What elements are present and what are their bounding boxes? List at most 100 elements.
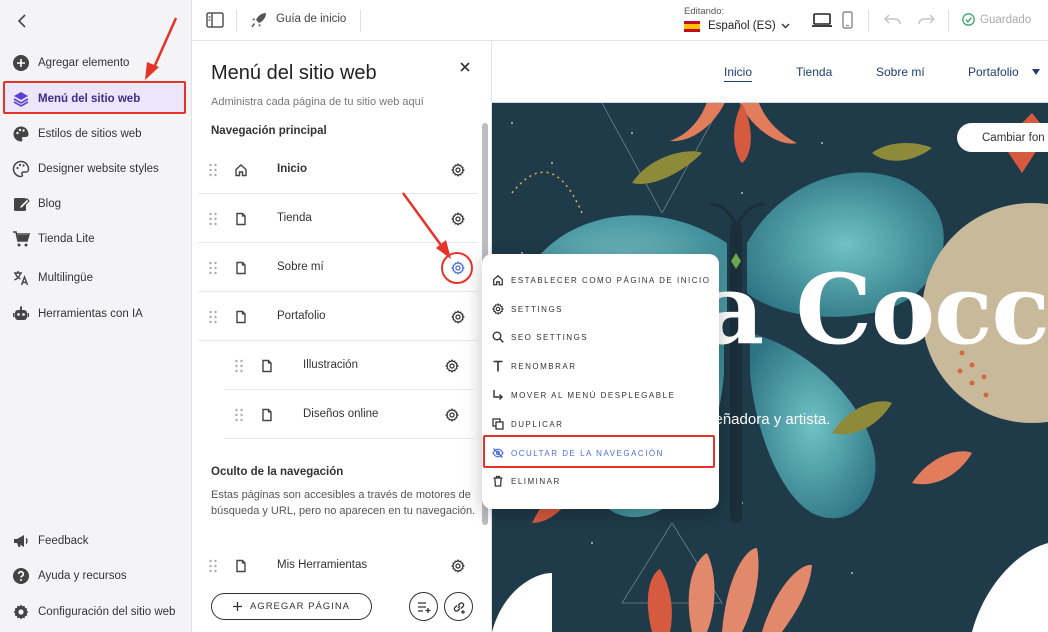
hidden-navigation-description: Estas páginas son accesibles a través de… [211,489,476,517]
page-icon [234,261,248,275]
page-icon [234,310,248,324]
trash-icon [492,475,504,487]
menu-item-settings[interactable]: SETTINGS [492,299,712,319]
check-circle-icon [962,13,975,26]
page-row-inicio[interactable]: Inicio [198,146,478,194]
page-label: Mis Herramientas [277,559,368,571]
menu-item-set-homepage[interactable]: ESTABLECER COMO PÁGINA DE INICIO [492,270,712,290]
hidden-navigation-heading: Oculto de la navegación [211,466,344,478]
change-background-button[interactable]: Cambiar fon [957,123,1048,152]
drag-handle-icon[interactable] [208,261,218,275]
site-menu-panel: Menú del sitio web Administra cada págin… [192,41,492,632]
menu-item-rename[interactable]: RENOMBRAR [492,356,712,376]
gear-icon[interactable] [445,408,459,422]
rocket-icon [250,11,268,29]
plus-circle-icon [12,54,30,72]
edit-icon [12,195,30,213]
palette-icon [12,160,30,178]
back-arrow-icon[interactable] [14,12,32,30]
language-selector[interactable]: Español (ES) [684,20,790,32]
sidebar-item-feedback[interactable]: Feedback [4,526,186,556]
add-page-button[interactable]: AGREGAR PÁGINA [211,593,372,620]
menu-item-label: RENOMBRAR [511,361,577,371]
page-context-menu: ESTABLECER COMO PÁGINA DE INICIO SETTING… [482,254,719,509]
page-row-tienda[interactable]: Tienda [198,195,478,243]
close-icon[interactable] [459,61,471,73]
divider [236,10,237,32]
sidebar-item-agregar-elemento[interactable]: Agregar elemento [4,48,186,78]
add-link-button[interactable] [444,592,473,621]
chevron-down-icon [781,23,790,29]
gear-icon[interactable] [451,559,465,573]
sidebar-item-label: Configuración del sitio web [38,606,176,618]
palette-icon [12,125,30,143]
add-folder-button[interactable] [409,592,438,621]
mobile-view-icon[interactable] [842,11,853,29]
drag-handle-icon[interactable] [234,408,244,422]
drag-handle-icon[interactable] [208,559,218,573]
panel-toggle-icon[interactable] [206,12,224,28]
menu-item-seo-settings[interactable]: SEO SETTINGS [492,327,712,347]
sidebar-item-configuracion[interactable]: Configuración del sitio web [4,597,186,627]
caret-down-icon [1032,69,1040,75]
page-label: Tienda [277,212,312,224]
drag-handle-icon[interactable] [208,212,218,226]
sidebar-item-ayuda[interactable]: Ayuda y recursos [4,561,186,591]
annotation-highlight-box [3,81,186,114]
divider [360,10,361,32]
drag-handle-icon[interactable] [208,163,218,177]
redo-icon[interactable] [917,14,935,26]
panel-subtitle: Administra cada página de tu sitio web a… [211,96,424,108]
divider [948,10,949,32]
sidebar-item-label: Estilos de sitios web [38,128,142,140]
page-label: Sobre mí [277,261,324,273]
page-label: Diseños online [303,408,379,420]
change-background-label: Cambiar fon [982,131,1045,144]
site-nav-tienda[interactable]: Tienda [796,65,832,79]
gear-icon[interactable] [451,310,465,324]
undo-icon[interactable] [884,14,902,26]
drag-handle-icon[interactable] [234,359,244,373]
add-page-label: AGREGAR PÁGINA [249,601,351,612]
divider [868,10,869,32]
menu-item-label: MOVER AL MENÚ DESPLEGABLE [511,390,676,400]
menu-item-move-to-dropdown[interactable]: MOVER AL MENÚ DESPLEGABLE [492,385,712,405]
page-row-disenos-online[interactable]: Diseños online [224,391,474,439]
gear-icon[interactable] [451,212,465,226]
menu-item-label: SEO SETTINGS [511,332,589,342]
sidebar-item-multilingue[interactable]: Multilingüe [4,263,186,293]
page-row-sobre-mi[interactable]: Sobre mí [198,244,478,292]
sidebar-item-estilos[interactable]: Estilos de sitios web [4,119,186,149]
guide-link[interactable]: Guía de inicio [276,13,346,25]
desktop-view-icon[interactable] [812,13,832,28]
gear-icon[interactable] [451,261,465,275]
sidebar-item-label: Tienda Lite [38,233,95,245]
sidebar-item-blog[interactable]: Blog [4,189,186,219]
page-row-illustracion[interactable]: Illustración [224,342,474,390]
menu-item-label: SETTINGS [511,304,564,314]
robot-icon [12,305,30,323]
gear-icon[interactable] [451,163,465,177]
drag-handle-icon[interactable] [208,310,218,324]
site-nav-inicio[interactable]: Inicio [724,65,753,82]
page-icon [260,359,274,373]
sidebar-item-tienda-lite[interactable]: Tienda Lite [4,224,186,254]
sidebar-item-label: Multilingüe [38,272,93,284]
page-icon [234,559,248,573]
sidebar-item-designer-styles[interactable]: Designer website styles [4,154,186,184]
gear-icon [12,603,30,621]
hero-title: a Cocco [702,253,1048,366]
home-icon [234,163,248,177]
site-nav-portafolio[interactable]: Portafolio [968,65,1019,79]
arrow-down-right-icon [492,389,504,401]
site-nav-sobre-mi[interactable]: Sobre mí [876,65,925,79]
page-row-mis-herramientas[interactable]: Mis Herramientas [198,542,478,590]
hero-subtitle: señadora y artista. [707,411,831,428]
gear-icon[interactable] [445,359,459,373]
page-row-portafolio[interactable]: Portafolio [198,293,478,341]
main-navigation-heading: Navegación principal [211,125,327,137]
page-label: Illustración [303,359,358,371]
sidebar-item-herramientas-ia[interactable]: Herramientas con IA [4,299,186,329]
menu-item-duplicate[interactable]: DUPLICAR [492,414,712,434]
menu-item-delete[interactable]: ELIMINAR [492,471,712,491]
